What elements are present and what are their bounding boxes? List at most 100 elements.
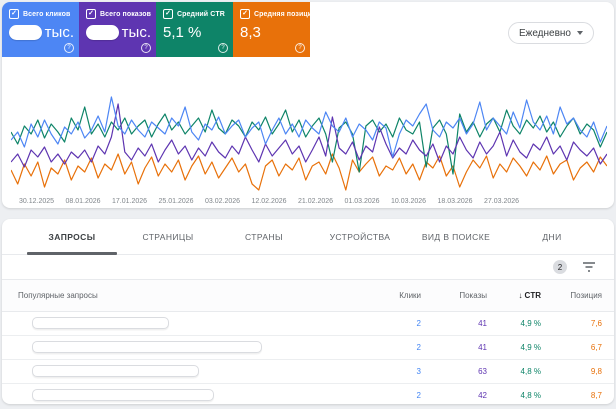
- filter-button[interactable]: [582, 261, 596, 273]
- card-label: Всего кликов: [23, 11, 70, 18]
- ctr-value: 4,9 %: [487, 319, 541, 328]
- granularity-dropdown[interactable]: Ежедневно: [508, 22, 594, 44]
- card-value: тыс.: [86, 24, 151, 41]
- x-axis-tick-label: 12.02.2026: [252, 198, 287, 205]
- x-axis-tick-label: 27.03.2026: [484, 198, 519, 205]
- metric-card-impressions[interactable]: ✓ Всего показов тыс.?: [79, 2, 156, 57]
- ctr-value: 4,9 %: [487, 343, 541, 352]
- metric-card-ctr[interactable]: ✓ Средний CTR 5,1 %?: [156, 2, 233, 57]
- table-header: Популярные запросыКликиПоказы↓CTRПозиция: [2, 279, 614, 312]
- x-axis-tick-label: 08.01.2026: [66, 198, 101, 205]
- table-row[interactable]: 3634,8 %9,8: [2, 360, 614, 384]
- checkbox-checked-icon: ✓: [9, 9, 19, 19]
- column-header-позиция[interactable]: Позиция: [541, 291, 602, 300]
- redacted-query[interactable]: [32, 317, 169, 329]
- card-value-unit: тыс.: [45, 24, 74, 41]
- chevron-down-icon: [577, 31, 583, 35]
- help-icon[interactable]: ?: [141, 43, 151, 53]
- checkbox-checked-icon: ✓: [163, 9, 173, 19]
- card-value-unit: тыс.: [122, 24, 151, 41]
- card-value: 8,3: [240, 24, 305, 41]
- sort-desc-icon: ↓: [519, 291, 523, 300]
- table-controls: 2: [2, 255, 614, 279]
- performance-line-chart: [11, 68, 607, 192]
- chart-panel: ✓Всего кликовтыс.?✓Всего показовтыс.?✓Ср…: [2, 2, 614, 208]
- metric-card-clicks[interactable]: ✓ Всего кликов тыс.?: [2, 2, 79, 57]
- impressions-value: 41: [421, 343, 487, 352]
- card-value-text: 8,3: [240, 24, 261, 41]
- x-axis-tick-label: 01.03.2026: [345, 198, 380, 205]
- clicks-value: 2: [361, 391, 421, 400]
- x-axis-tick-label: 10.03.2026: [391, 198, 426, 205]
- first-column-header: Популярные запросы: [18, 291, 361, 300]
- clicks-value: 2: [361, 319, 421, 328]
- card-value: тыс.: [9, 24, 74, 41]
- position-value: 7,6: [541, 319, 602, 328]
- ctr-value: 4,8 %: [487, 367, 541, 376]
- card-header: ✓Средняя позиция: [240, 9, 305, 19]
- tab-устройства[interactable]: УСТРОЙСТВА: [312, 219, 408, 254]
- help-icon[interactable]: ?: [218, 43, 228, 53]
- column-header-ctr[interactable]: ↓CTR: [487, 291, 541, 300]
- tab-вид-в-поиске[interactable]: ВИД В ПОИСКЕ: [408, 219, 504, 254]
- table-header-row: Популярные запросыКликиПоказы↓CTRПозиция: [2, 280, 614, 311]
- table-row[interactable]: 2424,8 %8,7: [2, 384, 614, 404]
- card-value: 5,1 %: [163, 24, 228, 41]
- x-axis-tick-label: 18.03.2026: [438, 198, 473, 205]
- x-axis-tick-label: 25.01.2026: [159, 198, 194, 205]
- impressions-value: 63: [421, 367, 487, 376]
- card-label: Средняя позиция: [254, 11, 316, 18]
- x-axis-tick-label: 30.12.2025: [19, 198, 54, 205]
- card-label: Всего показов: [100, 11, 151, 18]
- redacted-query[interactable]: [32, 389, 214, 401]
- position-value: 8,7: [541, 391, 602, 400]
- redacted-query[interactable]: [32, 341, 262, 353]
- table-row[interactable]: 2414,9 %7,6: [2, 312, 614, 336]
- query-cell: [18, 341, 361, 355]
- column-header-клики[interactable]: Клики: [361, 291, 421, 300]
- x-axis-tick-label: 17.01.2026: [112, 198, 147, 205]
- position-value: 9,8: [541, 367, 602, 376]
- tab-запросы[interactable]: ЗАПРОСЫ: [24, 219, 120, 254]
- impressions-value: 42: [421, 391, 487, 400]
- active-filters-badge[interactable]: 2: [553, 260, 567, 274]
- card-value-text: 5,1 %: [163, 24, 201, 41]
- redacted-value: [9, 25, 42, 40]
- clicks-value: 3: [361, 367, 421, 376]
- chart-series-Средняя позиция: [11, 154, 607, 190]
- card-header: ✓ Всего показов: [86, 9, 151, 19]
- table-panel: ЗАПРОСЫСТРАНИЦЫСТРАНЫУСТРОЙСТВАВИД В ПОИ…: [2, 219, 614, 404]
- x-axis-tick-label: 03.02.2026: [205, 198, 240, 205]
- query-cell: [18, 317, 361, 331]
- column-header-показы[interactable]: Показы: [421, 291, 487, 300]
- metric-cards: ✓Всего кликовтыс.?✓Всего показовтыс.?✓Ср…: [2, 2, 310, 57]
- x-axis-labels: 30.12.2025 08.01.2026 17.01.2026 25.01.2026…: [2, 198, 614, 208]
- chart-series-Всего показов: [11, 104, 607, 167]
- ctr-value: 4,8 %: [487, 391, 541, 400]
- card-header: ✓ Средний CTR: [163, 9, 228, 19]
- table-row[interactable]: 2414,9 %6,7: [2, 336, 614, 360]
- redacted-query[interactable]: [32, 365, 199, 377]
- tab-страницы[interactable]: СТРАНИЦЫ: [120, 219, 216, 254]
- checkbox-checked-icon: ✓: [86, 9, 96, 19]
- impressions-value: 41: [421, 319, 487, 328]
- query-cell: [18, 365, 361, 379]
- table-body: 2414,9 %7,62414,9 %6,73634,8 %9,82424,8 …: [2, 312, 614, 404]
- clicks-value: 2: [361, 343, 421, 352]
- metric-card-position[interactable]: ✓Средняя позиция 8,3?: [233, 2, 310, 57]
- x-axis-tick-label: 21.02.2026: [298, 198, 333, 205]
- tab-страны[interactable]: СТРАНЫ: [216, 219, 312, 254]
- redacted-value: [86, 25, 119, 40]
- card-label: Средний CTR: [177, 11, 225, 18]
- filter-icon: [582, 261, 596, 273]
- card-header: ✓ Всего кликов: [9, 9, 74, 19]
- position-value: 6,7: [541, 343, 602, 352]
- search-console-performance-screen: ✓Всего кликовтыс.?✓Всего показовтыс.?✓Ср…: [0, 0, 616, 409]
- query-cell: [18, 389, 361, 403]
- help-icon[interactable]: ?: [295, 43, 305, 53]
- granularity-label: Ежедневно: [519, 28, 571, 39]
- checkbox-checked-icon: ✓: [240, 9, 250, 19]
- dimension-tabs: ЗАПРОСЫСТРАНИЦЫСТРАНЫУСТРОЙСТВАВИД В ПОИ…: [2, 219, 614, 255]
- help-icon[interactable]: ?: [64, 43, 74, 53]
- tab-дни[interactable]: ДНИ: [504, 219, 600, 254]
